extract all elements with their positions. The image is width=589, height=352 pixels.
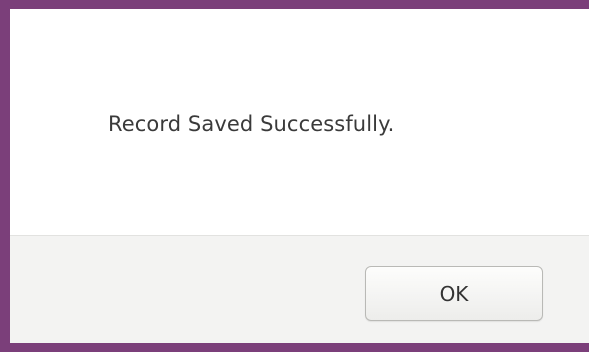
dialog-window: Record Saved Successfully. OK <box>10 9 589 343</box>
dialog-button-bar: OK <box>10 235 589 343</box>
ok-button[interactable]: OK <box>365 266 543 321</box>
dialog-content: Record Saved Successfully. <box>10 9 589 235</box>
dialog-message: Record Saved Successfully. <box>108 112 395 136</box>
